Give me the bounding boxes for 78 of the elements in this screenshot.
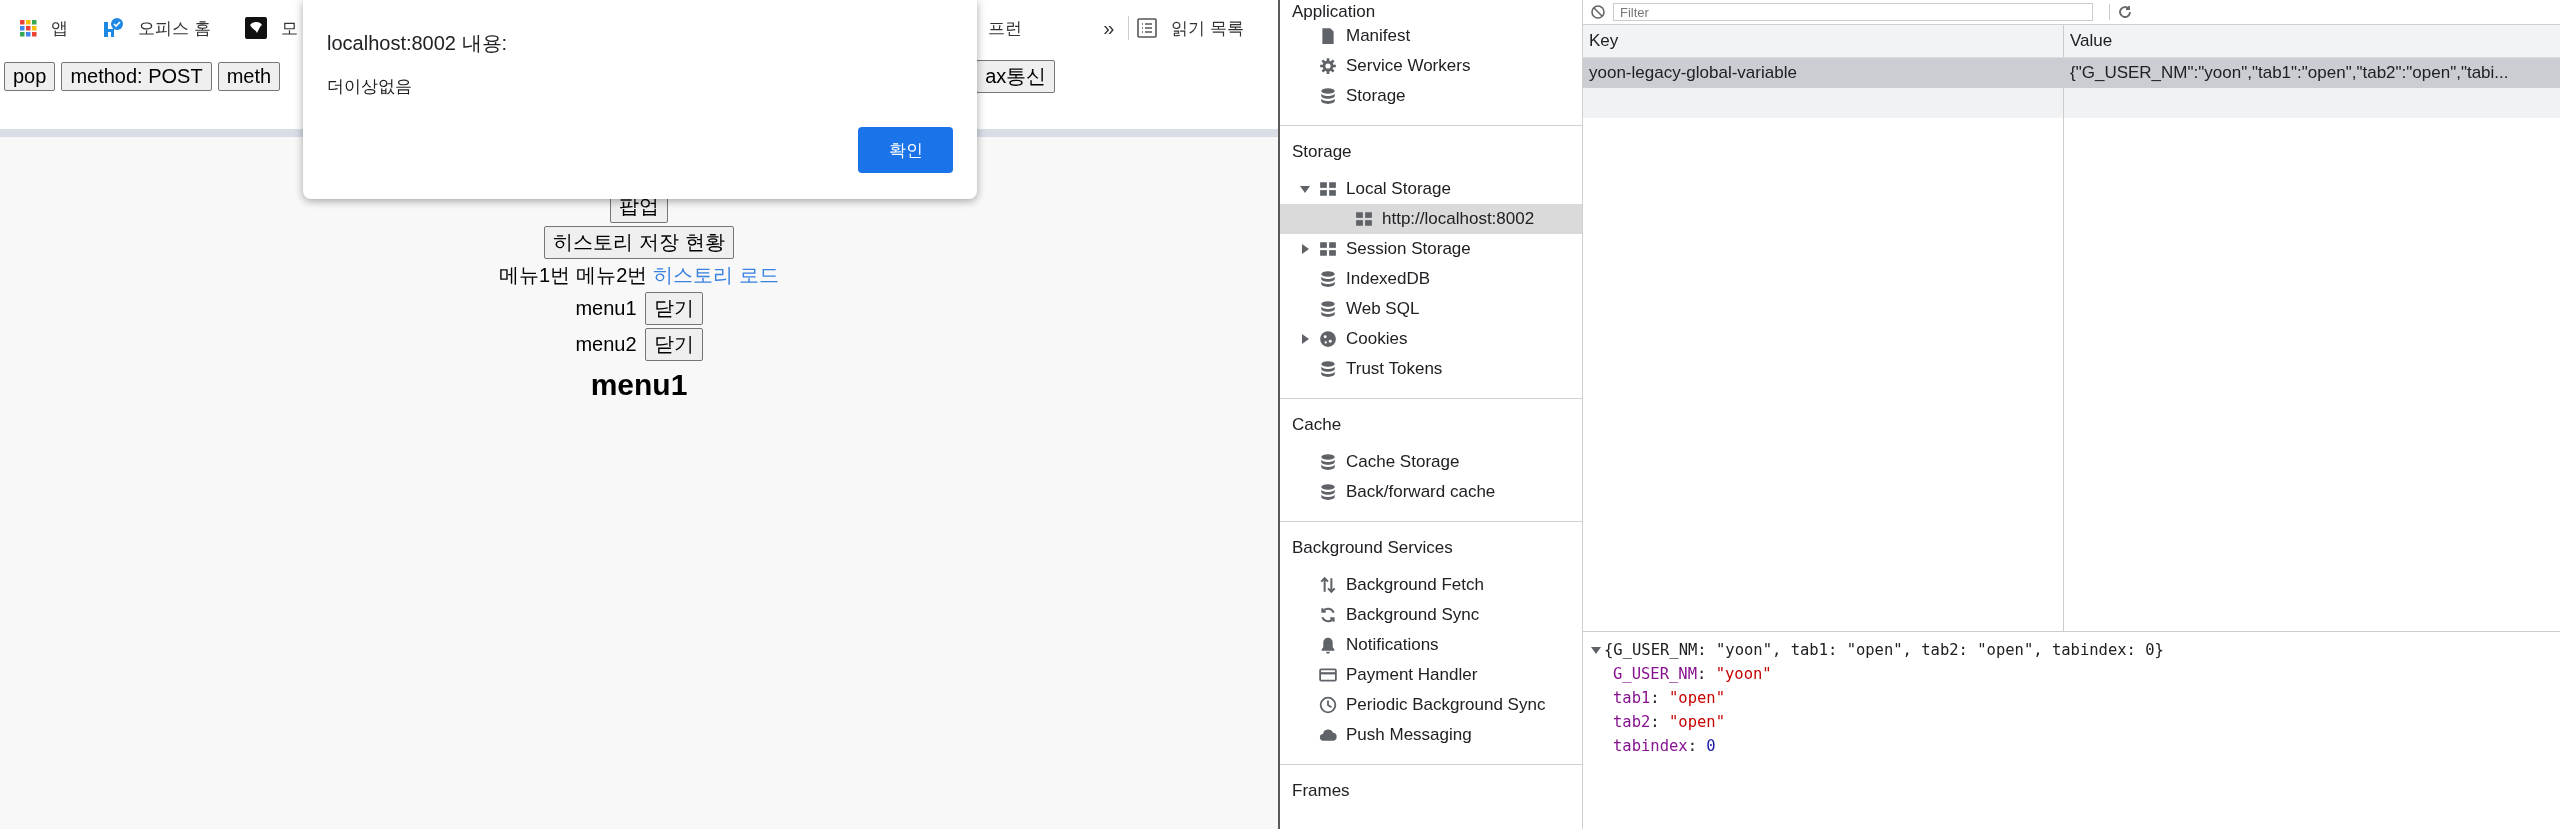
object-summary[interactable]: {G_USER_NM: "yoon", tab1: "open", tab2: "open", tabindex: 0} bbox=[1591, 638, 2560, 662]
history-load-link[interactable]: 히스토리 로드 bbox=[653, 262, 779, 289]
filter-field[interactable]: Filter bbox=[1613, 3, 2093, 21]
sidebar-item[interactable]: Notifications bbox=[1280, 630, 1582, 660]
list-icon bbox=[1137, 18, 1158, 38]
sidebar-item[interactable]: Back/forward cache bbox=[1280, 477, 1582, 507]
database-icon bbox=[1319, 270, 1337, 288]
close-button[interactable]: 닫기 bbox=[644, 328, 703, 361]
sidebar-item[interactable]: Background Sync bbox=[1280, 600, 1582, 630]
menu-name: menu2 bbox=[575, 333, 637, 356]
refresh-icon bbox=[2118, 5, 2132, 19]
page-button[interactable]: meth bbox=[217, 62, 281, 91]
sidebar-item[interactable]: Cache Storage bbox=[1280, 447, 1582, 477]
dialog-message: 더이상없음 bbox=[327, 76, 412, 98]
property-line: tab2: "open" bbox=[1612, 712, 1726, 733]
property-line: G_USER_NM: "yoon" bbox=[1612, 664, 1773, 685]
page-button[interactable]: pop bbox=[4, 62, 56, 91]
sidebar-item[interactable]: Periodic Background Sync bbox=[1280, 690, 1582, 720]
table-icon bbox=[1319, 180, 1337, 198]
close-button[interactable]: 닫기 bbox=[644, 292, 703, 325]
cookie-icon bbox=[1319, 330, 1337, 348]
office-home-icon bbox=[102, 17, 124, 39]
sidebar-item[interactable]: Service Workers bbox=[1280, 51, 1582, 81]
history-status-button[interactable]: 히스토리 저장 현황 bbox=[544, 226, 734, 259]
table-icon bbox=[1319, 240, 1337, 258]
document-icon bbox=[1319, 27, 1337, 45]
sidebar-item[interactable]: IndexedDB bbox=[1280, 264, 1582, 294]
bookmark-logo-icon bbox=[244, 17, 267, 39]
settings-icon bbox=[1319, 57, 1337, 75]
bookmark-link[interactable]: 모 bbox=[244, 16, 298, 40]
database-icon bbox=[1319, 87, 1337, 105]
sidebar-section-title: Application bbox=[1291, 1, 1377, 21]
sync-icon bbox=[1319, 606, 1337, 624]
ok-button[interactable]: 확인 bbox=[858, 127, 953, 173]
sidebar-item[interactable]: Trust Tokens bbox=[1280, 354, 1582, 384]
clock-icon bbox=[1319, 696, 1337, 714]
database-icon bbox=[1319, 300, 1337, 318]
sidebar-section-title: Cache bbox=[1291, 414, 1343, 436]
sidebar-item[interactable]: Web SQL bbox=[1280, 294, 1582, 324]
menu-label[interactable]: 메뉴1번 bbox=[499, 262, 571, 289]
sidebar-section-title: Storage bbox=[1291, 141, 1353, 163]
bell-icon bbox=[1319, 636, 1337, 654]
sidebar-item[interactable]: Cookies bbox=[1280, 324, 1582, 354]
dialog-title: localhost:8002 내용: bbox=[327, 31, 508, 56]
clear-icon bbox=[1591, 5, 1605, 19]
sidebar-section-title: Background Services bbox=[1291, 537, 1454, 559]
column-header[interactable]: Value bbox=[2063, 25, 2560, 58]
up-down-arrows-icon bbox=[1319, 576, 1337, 594]
menu-name: menu1 bbox=[575, 297, 637, 320]
bookmark-link[interactable]: 앱 bbox=[20, 16, 68, 40]
sidebar-item[interactable]: Push Messaging bbox=[1280, 720, 1582, 750]
sidebar-item[interactable]: Background Fetch bbox=[1280, 570, 1582, 600]
bookmarks-overflow-button[interactable]: » bbox=[1093, 16, 1125, 40]
bookmark-link[interactable]: 프런 bbox=[987, 16, 1022, 40]
card-icon bbox=[1319, 666, 1337, 684]
table-cell: yoon-legacy-global-variable bbox=[1583, 58, 2063, 88]
sidebar-section-title: Frames bbox=[1291, 780, 1351, 802]
sidebar-item[interactable]: Session Storage bbox=[1280, 234, 1582, 264]
sidebar-item[interactable]: Payment Handler bbox=[1280, 660, 1582, 690]
property-line: tabindex: 0 bbox=[1612, 736, 1717, 757]
sidebar-item[interactable]: Local Storage bbox=[1280, 174, 1582, 204]
page-button[interactable]: ax통신 bbox=[976, 60, 1056, 93]
reading-list-button[interactable]: 읽기 목록 bbox=[1137, 16, 1244, 40]
database-icon bbox=[1319, 453, 1337, 471]
database-icon bbox=[1319, 483, 1337, 501]
database-icon bbox=[1319, 360, 1337, 378]
property-line: tab1: "open" bbox=[1612, 688, 1726, 709]
apps-grid-icon bbox=[20, 19, 37, 37]
sidebar-item[interactable]: Manifest bbox=[1280, 21, 1582, 51]
menu-label[interactable]: 메뉴2번 bbox=[576, 262, 648, 289]
bookmark-link[interactable]: 오피스 홈 bbox=[102, 16, 211, 40]
sidebar-item[interactable]: Storage bbox=[1280, 81, 1582, 111]
column-header[interactable]: Key bbox=[1583, 25, 2063, 58]
table-cell: {"G_USER_NM":"yoon","tab1":"open","tab2":"open","tabi... bbox=[2063, 58, 2560, 88]
sidebar-item[interactable]: http://localhost:8002 bbox=[1280, 204, 1582, 234]
page-button[interactable]: method: POST bbox=[61, 62, 212, 91]
page-heading: menu1 bbox=[590, 368, 688, 402]
table-icon bbox=[1355, 210, 1373, 228]
